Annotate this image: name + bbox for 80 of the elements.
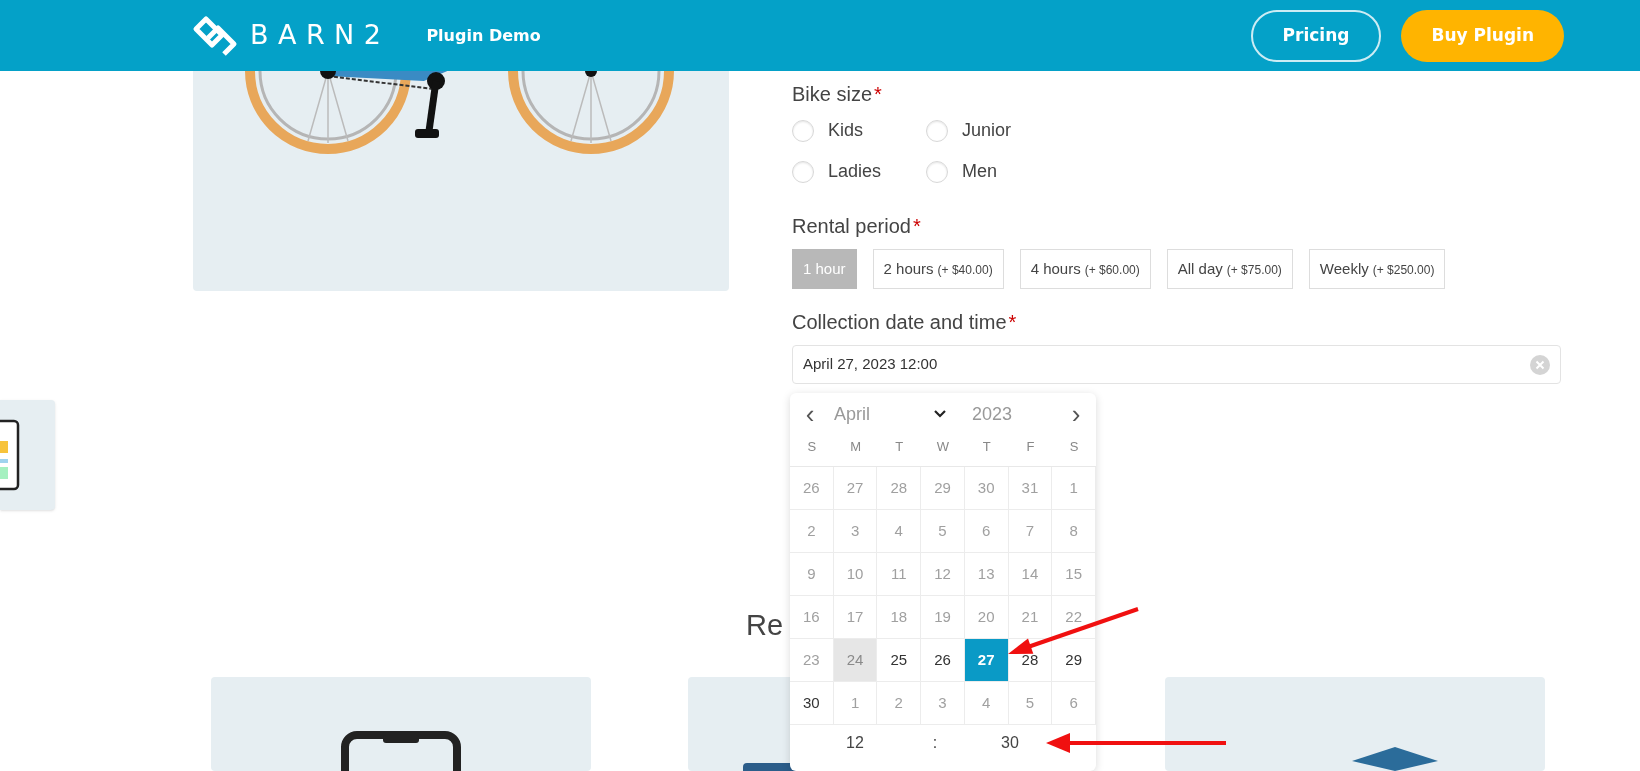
calendar-day[interactable]: 5: [1008, 682, 1053, 725]
phone-icon: [0, 419, 20, 491]
calendar-day[interactable]: 4: [964, 682, 1009, 725]
calendar-day[interactable]: 8: [1052, 510, 1096, 553]
calendar-day[interactable]: 10: [833, 553, 878, 596]
calendar-day[interactable]: 13: [964, 553, 1009, 596]
period-option[interactable]: 1 hour: [792, 249, 857, 289]
radio-label[interactable]: Ladies: [828, 158, 882, 185]
calendar-day[interactable]: 12: [921, 553, 965, 596]
calendar-day[interactable]: 21: [1008, 596, 1053, 639]
period-option[interactable]: 2 hours (+ $40.00): [872, 249, 1004, 289]
calendar-day[interactable]: 3: [921, 682, 965, 725]
radio-label[interactable]: Men: [962, 158, 997, 185]
calendar-day[interactable]: 22: [1052, 596, 1096, 639]
field-label: Collection date and time: [792, 310, 1007, 335]
weekday-label: W: [935, 437, 951, 456]
period-option[interactable]: All day (+ $75.00): [1166, 249, 1293, 289]
field-label: Rental period: [792, 214, 911, 239]
field-label: Bike size: [792, 82, 873, 107]
floating-side-tab[interactable]: [0, 400, 55, 510]
required-mark: *: [1008, 310, 1017, 335]
calendar-day[interactable]: 2: [877, 682, 922, 725]
calendar-day[interactable]: 1: [1052, 467, 1096, 510]
next-month-button[interactable]: ›: [1066, 401, 1086, 427]
weekday-label: T: [894, 437, 905, 456]
month-select[interactable]: April: [834, 400, 946, 428]
required-mark: *: [874, 82, 882, 107]
date-input-field[interactable]: April 27, 2023 12:00: [792, 345, 1561, 384]
minute-field[interactable]: 30: [980, 730, 1040, 755]
weekday-label: T: [981, 437, 992, 456]
required-mark: *: [912, 214, 921, 239]
clear-icon[interactable]: [1530, 354, 1550, 375]
calendar-day[interactable]: 5: [921, 510, 965, 553]
radio-label[interactable]: Kids: [828, 117, 863, 144]
calendar-day[interactable]: 26: [921, 639, 965, 682]
logo-text[interactable]: BARN2: [250, 15, 391, 56]
previous-month-button[interactable]: ‹: [800, 401, 820, 427]
calendar-day[interactable]: 29: [921, 467, 965, 510]
section-heading: Re: [746, 608, 784, 643]
calendar-day[interactable]: 30: [790, 682, 834, 725]
calendar-day[interactable]: 6: [1052, 682, 1096, 725]
period-option[interactable]: 4 hours (+ $60.00): [1019, 249, 1151, 289]
calendar-day[interactable]: 27: [964, 639, 1009, 682]
calendar-day[interactable]: 7: [1008, 510, 1053, 553]
buy-button[interactable]: Buy Plugin: [1401, 9, 1564, 62]
weekday-label: F: [1025, 437, 1036, 456]
calendar-day[interactable]: 30: [964, 467, 1009, 510]
phone-icon: [339, 731, 463, 771]
calendar-day[interactable]: 28: [877, 467, 922, 510]
calendar-day[interactable]: 3: [833, 510, 878, 553]
calendar-day[interactable]: 23: [790, 639, 834, 682]
calendar-day[interactable]: 24: [833, 639, 878, 682]
weekday-label: M: [849, 437, 862, 456]
weekday-label: S: [1068, 437, 1080, 456]
period-option[interactable]: Weekly (+ $250.00): [1308, 249, 1446, 289]
calendar-day[interactable]: 11: [877, 553, 922, 596]
calendar-day[interactable]: 4: [877, 510, 922, 553]
pricing-button[interactable]: Pricing: [1250, 9, 1382, 62]
calendar-day[interactable]: 14: [1008, 553, 1053, 596]
calendar-day[interactable]: 27: [833, 467, 878, 510]
calendar-day[interactable]: 6: [964, 510, 1009, 553]
calendar-day[interactable]: 2: [790, 510, 834, 553]
calendar-day[interactable]: 16: [790, 596, 834, 639]
logo-icon: [192, 14, 238, 57]
calendar-day[interactable]: 15: [1052, 553, 1096, 596]
calendar-day[interactable]: 1: [833, 682, 878, 725]
nav-link[interactable]: Plugin Demo: [426, 23, 541, 48]
calendar-day[interactable]: 9: [790, 553, 834, 596]
calendar-day[interactable]: 26: [790, 467, 834, 510]
chevron-down-icon: [934, 410, 946, 418]
hour-field[interactable]: 12: [790, 730, 920, 755]
calendar-day[interactable]: 31: [1008, 467, 1053, 510]
calendar-day[interactable]: 25: [877, 639, 922, 682]
calendar-day[interactable]: 29: [1052, 639, 1096, 682]
year-field[interactable]: 2023: [972, 400, 1013, 428]
weekday-label: S: [806, 437, 818, 456]
radio-label[interactable]: Junior: [962, 117, 1012, 144]
calendar-day[interactable]: 18: [877, 596, 922, 639]
calendar-day[interactable]: 19: [921, 596, 965, 639]
time-separator: :: [931, 732, 939, 753]
